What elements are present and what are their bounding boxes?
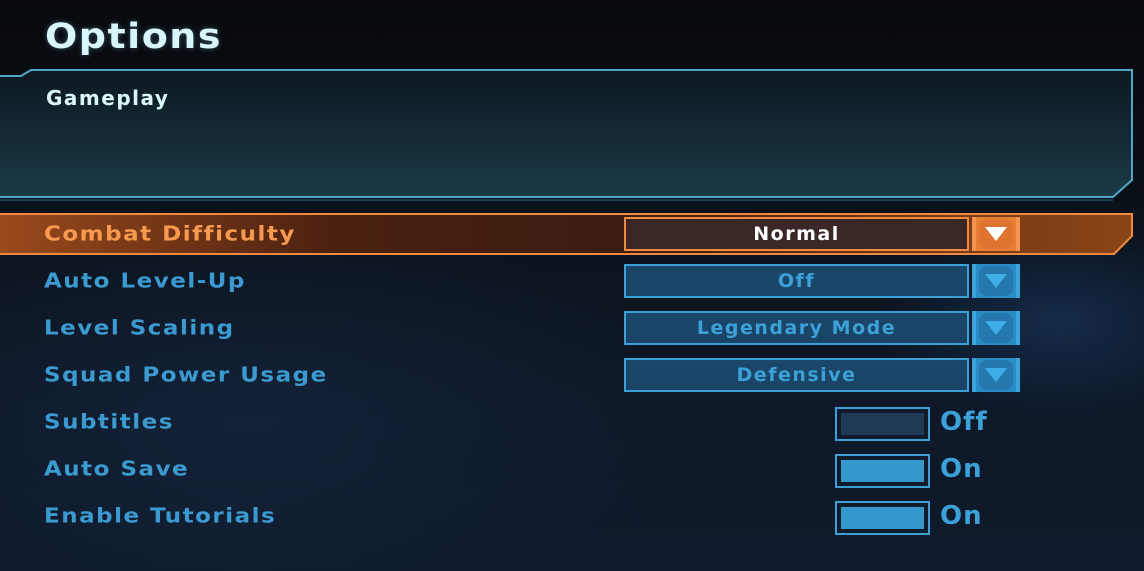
toggle-fill <box>841 460 924 482</box>
subtitles-toggle[interactable] <box>835 407 930 441</box>
dropdown-button[interactable] <box>972 264 1020 298</box>
toggle-state-label: Off <box>940 407 988 437</box>
section-title: Gameplay <box>46 86 170 110</box>
setting-label: Auto Level-Up <box>44 269 246 293</box>
level-scaling-dropdown[interactable]: Legendary Mode <box>624 311 969 345</box>
setting-row-enable-tutorials[interactable]: Enable Tutorials On <box>0 499 1144 541</box>
squad-power-usage-dropdown[interactable]: Defensive <box>624 358 969 392</box>
setting-row-subtitles[interactable]: Subtitles Off <box>0 405 1144 447</box>
setting-label: Combat Difficulty <box>44 222 296 246</box>
setting-label: Enable Tutorials <box>44 504 277 528</box>
auto-level-up-dropdown[interactable]: Off <box>624 264 969 298</box>
setting-label: Subtitles <box>44 410 174 434</box>
setting-label: Level Scaling <box>44 316 235 340</box>
setting-row-level-scaling[interactable]: Level Scaling Legendary Mode <box>0 307 1144 349</box>
setting-row-combat-difficulty[interactable]: Combat Difficulty Normal <box>0 213 1144 255</box>
chevron-down-icon <box>985 368 1007 382</box>
dropdown-button[interactable] <box>972 358 1020 392</box>
dropdown-button[interactable] <box>972 217 1020 251</box>
toggle-fill <box>841 413 924 435</box>
panel-frame <box>0 69 1133 201</box>
dropdown-button[interactable] <box>972 311 1020 345</box>
setting-row-auto-save[interactable]: Auto Save On <box>0 452 1144 494</box>
toggle-state-label: On <box>940 454 983 484</box>
setting-row-squad-power-usage[interactable]: Squad Power Usage Defensive <box>0 354 1144 396</box>
toggle-fill <box>841 507 924 529</box>
setting-row-auto-level-up[interactable]: Auto Level-Up Off <box>0 260 1144 302</box>
page-title: Options <box>45 15 222 57</box>
auto-save-toggle[interactable] <box>835 454 930 488</box>
combat-difficulty-dropdown[interactable]: Normal <box>624 217 969 251</box>
toggle-state-label: On <box>940 501 983 531</box>
description-panel <box>0 69 1134 201</box>
setting-label: Squad Power Usage <box>44 363 328 387</box>
setting-label: Auto Save <box>44 457 190 481</box>
chevron-down-icon <box>985 227 1007 241</box>
chevron-down-icon <box>985 321 1007 335</box>
chevron-down-icon <box>985 274 1007 288</box>
enable-tutorials-toggle[interactable] <box>835 501 930 535</box>
